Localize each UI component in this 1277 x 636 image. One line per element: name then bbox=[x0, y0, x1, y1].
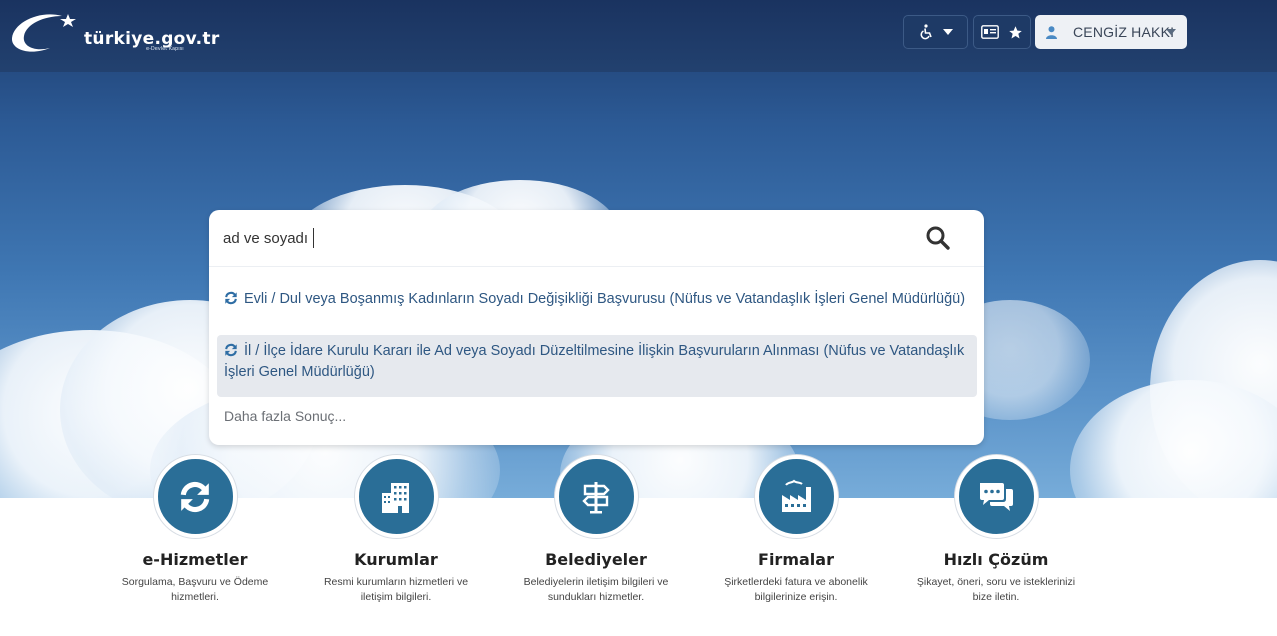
feature-circle[interactable] bbox=[153, 455, 237, 538]
search-result-item-highlighted[interactable]: İl / İlçe İdare Kurulu Kararı ile Ad vey… bbox=[217, 335, 977, 397]
chat-icon bbox=[980, 482, 1013, 511]
feature-title: Hızlı Çözüm bbox=[943, 550, 1049, 569]
feature-circle[interactable] bbox=[954, 455, 1038, 538]
feature-circle[interactable] bbox=[554, 455, 638, 538]
feature-description: Belediyelerin iletişim bilgileri ve sund… bbox=[523, 576, 669, 603]
feature-e-hizmetler[interactable]: e-Hizmetler Sorgulama, Başvuru ve Ödeme … bbox=[105, 455, 285, 605]
search-panel: Evli / Dul veya Boşanmış Kadınların Soya… bbox=[209, 210, 984, 445]
feature-hizli-cozum[interactable]: Hızlı Çözüm Şikayet, öneri, soru ve iste… bbox=[906, 455, 1086, 605]
feature-belediyeler[interactable]: Belediyeler Belediyelerin iletişim bilgi… bbox=[506, 455, 686, 605]
star-icon bbox=[1009, 25, 1022, 38]
search-result-text: İl / İlçe İdare Kurulu Kararı ile Ad vey… bbox=[224, 343, 965, 380]
refresh-icon bbox=[225, 343, 237, 357]
wheelchair-icon bbox=[920, 24, 932, 40]
feature-title: Firmalar bbox=[758, 550, 834, 569]
id-card-icon bbox=[981, 25, 999, 39]
chevron-down-icon bbox=[943, 29, 953, 35]
logo-subtitle: e-Devlet Kapısı bbox=[146, 46, 184, 52]
factory-icon bbox=[782, 479, 811, 512]
user-icon bbox=[1046, 25, 1057, 39]
id-card-favorites-button[interactable] bbox=[973, 15, 1031, 49]
feature-title: Belediyeler bbox=[545, 550, 647, 569]
search-button[interactable] bbox=[921, 222, 955, 254]
divider bbox=[209, 266, 984, 267]
logo-crescent-icon bbox=[11, 14, 76, 52]
feature-description: Sorgulama, Başvuru ve Ödeme hizmetleri. bbox=[121, 576, 269, 603]
feature-title: e-Hizmetler bbox=[142, 550, 248, 569]
search-result-text: Evli / Dul veya Boşanmış Kadınların Soya… bbox=[244, 291, 966, 307]
search-icon bbox=[926, 226, 950, 250]
feature-firmalar[interactable]: Firmalar Şirketlerdeki fatura ve aboneli… bbox=[706, 455, 886, 605]
text-cursor bbox=[313, 228, 314, 248]
accessibility-button[interactable] bbox=[903, 15, 968, 49]
top-header: türkiye.gov.tr e-Devlet Kapısı CENGİZ HA… bbox=[0, 0, 1277, 72]
search-result-item[interactable]: Evli / Dul veya Boşanmış Kadınların Soya… bbox=[217, 283, 977, 316]
feature-section: e-Hizmetler Sorgulama, Başvuru ve Ödeme … bbox=[0, 455, 1277, 636]
feature-description: Resmi kurumların hizmetleri ve iletişim … bbox=[323, 576, 469, 603]
building-icon bbox=[382, 482, 409, 513]
user-name: CENGİZ HAKKI bbox=[1073, 24, 1175, 40]
feature-description: Şirketlerdeki fatura ve abonelik bilgile… bbox=[724, 576, 868, 603]
feature-circle[interactable] bbox=[354, 455, 438, 538]
chevron-down-icon bbox=[1166, 29, 1176, 35]
refresh-icon bbox=[180, 481, 210, 512]
user-menu-button[interactable]: CENGİZ HAKKI bbox=[1035, 15, 1187, 49]
search-input[interactable] bbox=[223, 226, 873, 250]
feature-title: Kurumlar bbox=[354, 550, 438, 569]
feature-circle[interactable] bbox=[754, 455, 838, 538]
more-results-link[interactable]: Daha fazla Sonuç... bbox=[224, 408, 346, 424]
feature-description: Şikayet, öneri, soru ve isteklerinizi bi… bbox=[916, 576, 1076, 603]
turkiye-gov-logo[interactable]: türkiye.gov.tr e-Devlet Kapısı bbox=[10, 8, 219, 58]
signpost-icon bbox=[582, 481, 610, 513]
refresh-icon bbox=[225, 291, 237, 305]
feature-kurumlar[interactable]: Kurumlar Resmi kurumların hizmetleri ve … bbox=[306, 455, 486, 605]
